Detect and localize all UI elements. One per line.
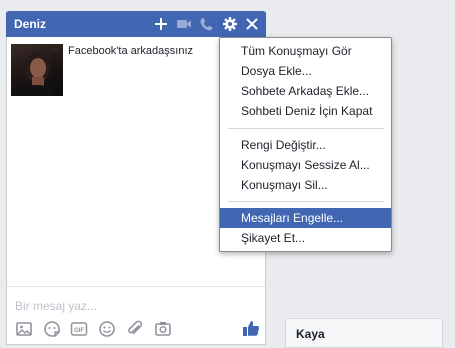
friend-avatar[interactable]: [11, 44, 63, 96]
menu-divider: [228, 128, 384, 129]
message-input[interactable]: Bir mesaj yaz...: [15, 299, 97, 313]
camera-icon[interactable]: [154, 320, 172, 338]
menu-item-block-messages[interactable]: Mesajları Engelle...: [220, 208, 391, 228]
photo-icon[interactable]: [15, 320, 33, 338]
menu-item-add-files[interactable]: Dosya Ekle...: [220, 61, 391, 81]
close-icon[interactable]: [244, 16, 260, 32]
menu-item-change-color[interactable]: Rengi Değiştir...: [220, 135, 391, 155]
phone-icon[interactable]: [199, 16, 215, 32]
minimized-chat-title[interactable]: Kaya: [296, 327, 325, 341]
minimized-chat-tab[interactable]: Kaya: [285, 318, 443, 348]
menu-item-add-friends[interactable]: Sohbete Arkadaş Ekle...: [220, 81, 391, 101]
menu-item-see-full-conversation[interactable]: Tüm Konuşmayı Gör: [220, 41, 391, 61]
menu-item-delete-conversation[interactable]: Konuşmayı Sil...: [220, 175, 391, 195]
menu-item-mute-conversation[interactable]: Konuşmayı Sessize Al...: [220, 155, 391, 175]
attachment-icon[interactable]: [126, 320, 144, 338]
chat-header[interactable]: Deniz: [6, 11, 266, 37]
chat-options-menu: Tüm Konuşmayı Gör Dosya Ekle... Sohbete …: [219, 37, 392, 252]
chat-title[interactable]: Deniz: [14, 17, 46, 31]
menu-item-turn-off-chat[interactable]: Sohbeti Deniz İçin Kapat: [220, 101, 391, 121]
sticker-icon[interactable]: [43, 320, 61, 338]
gif-icon[interactable]: GIF: [70, 320, 88, 338]
emoji-icon[interactable]: [98, 320, 116, 338]
svg-text:GIF: GIF: [74, 328, 84, 334]
menu-divider: [228, 201, 384, 202]
friend-status-text: Facebook'ta arkadaşsınız: [68, 45, 194, 57]
like-thumb-icon[interactable]: [241, 318, 261, 338]
composer-divider: [7, 286, 265, 287]
plus-icon[interactable]: [153, 16, 169, 32]
menu-item-report[interactable]: Şikayet Et...: [220, 228, 391, 248]
video-icon[interactable]: [176, 16, 192, 32]
gear-icon[interactable]: [222, 16, 238, 32]
